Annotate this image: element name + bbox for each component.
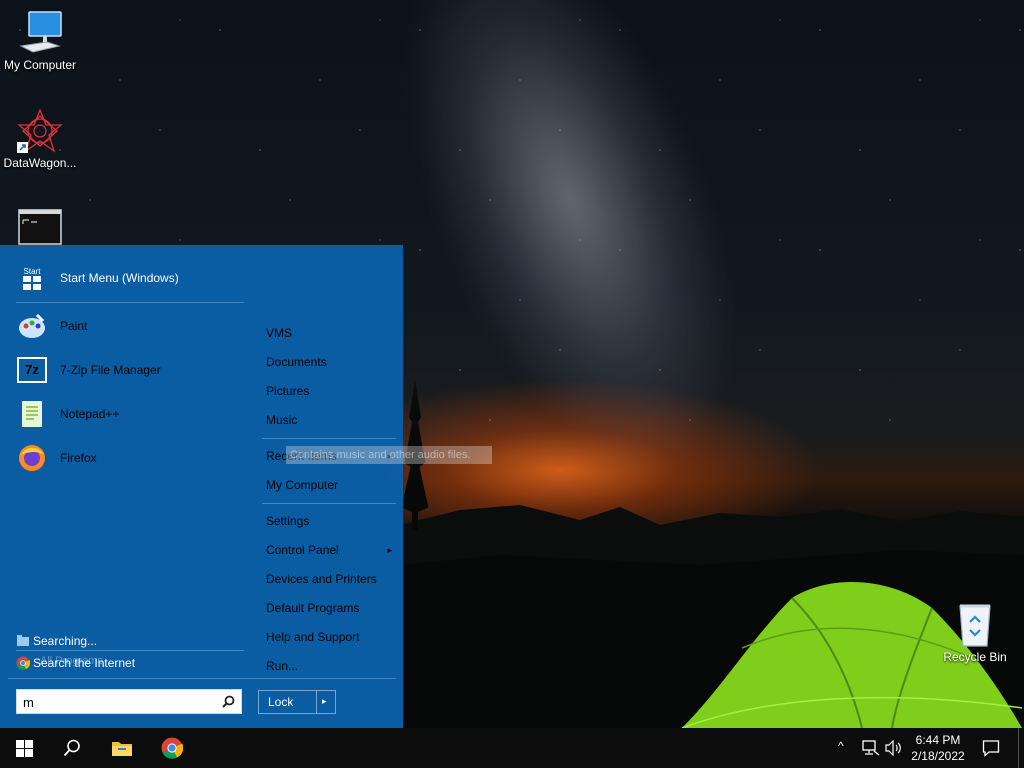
action-center-icon[interactable] [982,739,1000,757]
tray-show-hidden-icons[interactable]: ^ [838,739,844,753]
start-menu-separator [8,678,396,679]
paint-icon [16,310,48,342]
start-right-vms[interactable]: VMS [266,323,396,343]
start-right-documents[interactable]: Documents [266,352,396,372]
start-right-my-computer[interactable]: My Computer [266,475,396,495]
taskbar-search-button[interactable] [48,728,96,768]
start-menu-separator [16,650,244,651]
tooltip: Contains music and other audio files. [286,446,492,464]
network-icon[interactable] [862,740,880,756]
lock-options-arrow-icon[interactable]: ▸ [322,696,327,707]
lock-button[interactable]: Lock ▸ [258,690,336,714]
start-item-notepad-plus-plus[interactable]: Notepad++ [16,396,246,432]
start-menu-separator [262,503,396,504]
start-right-run[interactable]: Run... [266,656,396,676]
start-search-box[interactable] [16,689,242,714]
desktop-icon-label: My Computer [3,58,77,72]
start-right-help-and-support[interactable]: Help and Support [266,627,396,647]
recycle-bin-icon [959,604,991,647]
volume-icon[interactable] [885,740,903,756]
desktop-icon-label: DataWagon... [3,156,77,170]
datawagon-icon [17,108,63,153]
taskbar-file-explorer[interactable] [98,728,146,768]
start-item-7zip[interactable]: 7z 7-Zip File Manager [16,352,246,388]
taskbar-clock[interactable]: 6:44 PM 2/18/2022 [904,732,972,764]
search-icon [63,739,80,757]
desktop-icon-label: Recycle Bin [943,650,1007,664]
start-right-default-programs[interactable]: Default Programs [266,598,396,618]
windows-logo-icon [15,739,33,757]
start-right-devices-and-printers[interactable]: Devices and Printers [266,569,396,589]
start-menu-separator [262,438,396,439]
start-menu-icon: Start [16,262,48,294]
start-right-pictures[interactable]: Pictures [266,381,396,401]
search-status-row: Searching... [16,634,97,648]
search-internet-row[interactable]: Search the Internet [16,656,135,670]
desktop-icon-my-computer[interactable]: My Computer [0,10,80,72]
7zip-icon: 7z [16,354,48,386]
submenu-arrow-icon: ▸ [387,545,392,555]
firefox-icon [16,442,48,474]
computer-icon [19,11,62,53]
chrome-icon [161,737,183,759]
start-right-settings[interactable]: Settings [266,511,396,531]
chrome-icon [16,656,30,670]
desktop-icon-recycle-bin[interactable]: Recycle Bin [935,602,1015,664]
start-menu-separator [16,302,244,303]
windows-logo-icon [23,275,41,290]
file-explorer-icon [112,742,132,756]
taskbar: ^ 6:44 PM 2/18/2022 [0,728,1024,768]
start-item-paint[interactable]: Paint [16,308,246,344]
folder-search-icon [17,635,29,646]
search-icon[interactable] [222,695,235,708]
clock-time: 6:44 PM [915,733,961,747]
start-item-firefox[interactable]: Firefox [16,440,246,476]
clock-date: 2/18/2022 [911,749,965,763]
lock-button-divider [316,691,317,713]
notepad-plus-plus-icon [16,398,48,430]
desktop-icon-datawagon[interactable]: DataWagon... [0,108,80,170]
start-right-music[interactable]: Music [266,410,396,430]
start-search-input[interactable] [21,692,221,713]
start-item-start-menu[interactable]: Start Start Menu (Windows) [16,260,246,296]
start-button[interactable] [0,728,48,768]
taskbar-chrome[interactable] [148,728,196,768]
show-desktop-button[interactable] [1018,728,1019,768]
start-right-control-panel[interactable]: Control Panel ▸ [266,540,396,560]
